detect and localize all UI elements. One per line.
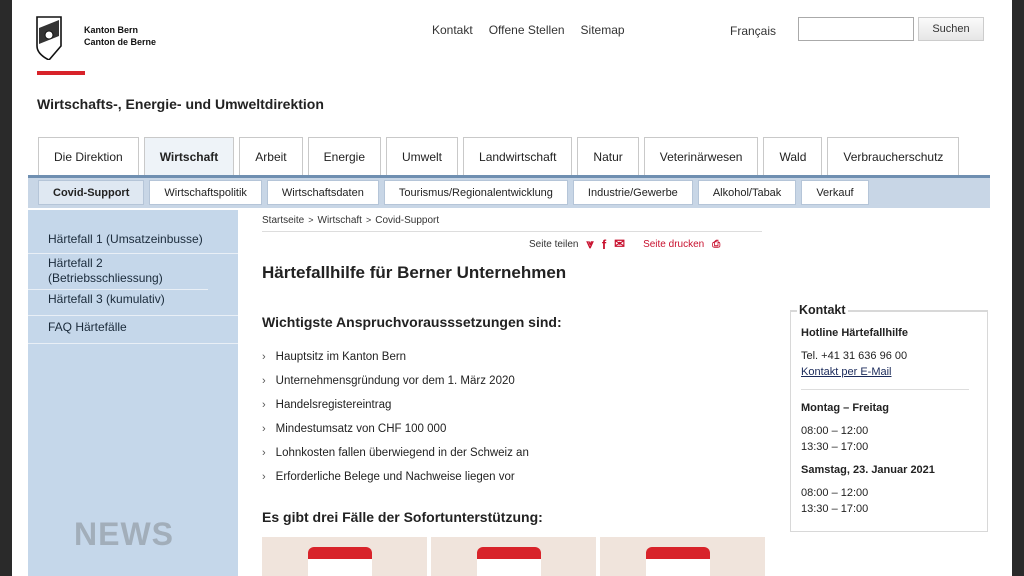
contact-saturday-afternoon: 13:30 – 17:00 (801, 503, 869, 515)
cases-heading: Es gibt drei Fälle der Sofortunterstützu… (262, 509, 543, 525)
top-link-offene-stellen[interactable]: Offene Stellen (489, 23, 565, 37)
case-card-2[interactable] (431, 537, 596, 576)
list-item: › Unternehmensgründung vor dem 1. März 20… (262, 369, 529, 393)
contact-phone[interactable]: Tel. +41 31 636 96 00 (801, 350, 907, 362)
bird-share-icon[interactable]: ⩔ (586, 236, 593, 252)
case-card-1[interactable] (262, 537, 427, 576)
breadcrumb-current: Covid-Support (375, 215, 440, 226)
list-item-text: Mindestumsatz von CHF 100 000 (275, 423, 447, 435)
subtab-wirtschaftsdaten[interactable]: Wirtschaftsdaten (266, 180, 379, 205)
list-item-text: Unternehmensgründung vor dem 1. März 202… (275, 375, 515, 387)
subtab-covid-support[interactable]: Covid-Support (38, 180, 145, 205)
contact-saturday-morning: 08:00 – 12:00 (801, 487, 869, 499)
print-link[interactable]: Seite drucken (643, 239, 704, 250)
top-navigation: Kontakt Offene Stellen Sitemap (432, 23, 625, 37)
search-input[interactable] (798, 17, 914, 41)
search-button[interactable]: Suchen (918, 17, 984, 41)
case-cards (262, 537, 765, 576)
web-page: Kanton Bern Canton de Berne Kontakt Offe… (12, 0, 1012, 576)
logo-line-1: Kanton Bern (84, 25, 138, 35)
contact-email-link[interactable]: Kontakt per E-Mail (801, 366, 891, 378)
calendar-icon (646, 547, 710, 576)
sub-tab-bar: Covid-Support Wirtschaftspolitik Wirtsch… (38, 180, 869, 205)
tab-verbraucherschutz[interactable]: Verbraucherschutz (827, 137, 960, 175)
tab-wald[interactable]: Wald (763, 137, 823, 175)
breadcrumb-separator-icon: > (365, 215, 372, 225)
tab-veterinaerwesen[interactable]: Veterinärwesen (643, 137, 759, 175)
chevron-right-icon: › (262, 471, 266, 483)
share-label: Seite teilen (529, 238, 579, 250)
calendar-icon (308, 547, 372, 576)
contact-weekday-morning: 08:00 – 12:00 (801, 425, 869, 437)
chevron-right-icon: › (262, 351, 266, 363)
tab-arbeit[interactable]: Arbeit (239, 137, 303, 175)
chevron-right-icon: › (262, 399, 266, 411)
tab-wirtschaft[interactable]: Wirtschaft (143, 137, 235, 175)
printer-icon[interactable]: ⎙ (712, 239, 720, 250)
tab-umwelt[interactable]: Umwelt (386, 137, 459, 175)
requirements-heading: Wichtigste Anspruchvorausssetzungen sind… (262, 314, 562, 330)
subtab-verkauf[interactable]: Verkauf (801, 180, 869, 205)
subtab-tourismus[interactable]: Tourismus/Regionalentwicklung (383, 180, 568, 205)
language-switch[interactable]: Français (730, 24, 776, 38)
list-item: › Handelsregistereintrag (262, 393, 529, 417)
sidebar-item-haertefall-1[interactable]: Härtefall 1 (Umsatzeinbusse) (28, 232, 238, 254)
contact-weekday-afternoon: 13:30 – 17:00 (801, 441, 869, 453)
logo-text: Kanton Bern Canton de Berne (84, 24, 156, 48)
breadcrumb-divider (262, 231, 762, 232)
subtab-alkohol-tabak[interactable]: Alkohol/Tabak (697, 180, 797, 205)
chevron-right-icon: › (262, 423, 266, 435)
sidebar-item-faq[interactable]: FAQ Härtefälle (28, 320, 238, 344)
news-watermark: NEWS (74, 516, 174, 552)
list-item-text: Lohnkosten fallen überwiegend in der Sch… (275, 447, 529, 459)
subtab-wirtschaftspolitik[interactable]: Wirtschaftspolitik (149, 180, 262, 205)
list-item-text: Hauptsitz im Kanton Bern (275, 351, 407, 363)
subtab-industrie-gewerbe[interactable]: Industrie/Gewerbe (572, 180, 693, 205)
list-item: › Mindestumsatz von CHF 100 000 (262, 417, 529, 441)
calendar-icon (477, 547, 541, 576)
contact-divider (801, 389, 969, 390)
list-item: › Hauptsitz im Kanton Bern (262, 345, 529, 369)
tab-landwirtschaft[interactable]: Landwirtschaft (463, 137, 573, 175)
tab-natur[interactable]: Natur (577, 137, 639, 175)
contact-title: Kontakt (797, 303, 848, 317)
chevron-right-icon: › (262, 447, 266, 459)
list-item-text: Handelsregistereintrag (275, 399, 392, 411)
email-icon[interactable]: ✉ (614, 236, 625, 252)
contact-weekdays: Montag – Freitag (801, 402, 890, 414)
share-toolbar: Seite teilen ⩔ f ✉ Seite drucken ⎙ (529, 236, 720, 252)
breadcrumb-startseite[interactable]: Startseite (262, 215, 304, 226)
chevron-right-icon: › (262, 375, 266, 387)
department-title: Wirtschafts-, Energie- und Umweltdirekti… (37, 96, 324, 112)
contact-hotline: Hotline Härtefallhilfe (801, 327, 908, 339)
sidebar-item-haertefall-2[interactable]: Härtefall 2 (Betriebsschliessung) (28, 256, 208, 290)
contact-box: Kontakt Hotline Härtefallhilfe Tel. +41 … (790, 303, 988, 532)
canton-logo[interactable]: Kanton Bern Canton de Berne (36, 16, 156, 60)
breadcrumb: Startseite > Wirtschaft > Covid-Support (262, 215, 439, 226)
page-title: Härtefallhilfe für Berner Unternehmen (262, 263, 567, 282)
tab-die-direktion[interactable]: Die Direktion (38, 137, 139, 175)
list-item: › Lohnkosten fallen überwiegend in der Sc… (262, 441, 529, 465)
logo-line-2: Canton de Berne (84, 37, 157, 47)
tab-energie[interactable]: Energie (307, 137, 382, 175)
facebook-icon[interactable]: f (602, 237, 606, 252)
case-card-3[interactable] (600, 537, 765, 576)
top-link-kontakt[interactable]: Kontakt (432, 23, 473, 37)
breadcrumb-wirtschaft[interactable]: Wirtschaft (318, 215, 362, 226)
top-link-sitemap[interactable]: Sitemap (581, 23, 625, 37)
red-accent-bar (37, 71, 85, 75)
bern-shield-icon (36, 16, 62, 60)
contact-saturday: Samstag, 23. Januar 2021 (801, 464, 935, 476)
breadcrumb-separator-icon: > (308, 215, 314, 225)
list-item-text: Erforderliche Belege und Nachweise liege… (275, 471, 515, 483)
requirements-list: › Hauptsitz im Kanton Bern › Unternehmensg… (262, 345, 529, 489)
list-item: › Erforderliche Belege und Nachweise lieg… (262, 465, 529, 489)
main-tab-bar: Die Direktion Wirtschaft Arbeit Energie … (38, 137, 960, 175)
sidebar-item-haertefall-3[interactable]: Härtefall 3 (kumulativ) (28, 292, 238, 316)
